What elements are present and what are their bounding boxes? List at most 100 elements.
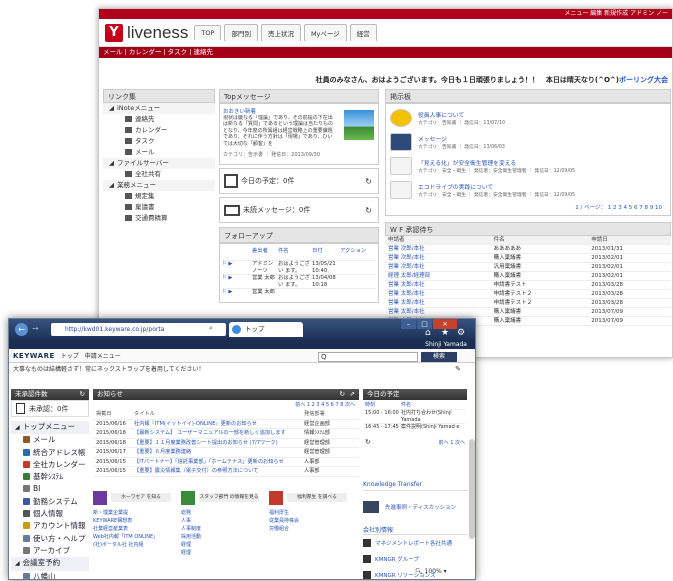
refresh-icon[interactable]: ↻ <box>365 206 372 215</box>
category-header[interactable]: ホーワセア を知る <box>93 490 181 505</box>
category-header[interactable]: スタッフ部門 の情報を見る <box>181 490 269 505</box>
table-row[interactable]: 営業 太郎/本社 申請書テスト２ 2013/03/28 <box>385 298 671 308</box>
bulletin-item-title[interactable]: 役員人事について <box>418 110 505 119</box>
forward-arrow-icon[interactable]: → <box>32 324 39 333</box>
bulletin-item[interactable]: メッセージ カテゴリ：告知書 ｜ 発信日：13/06/03 <box>390 130 666 154</box>
link-item[interactable]: 稟議書 <box>103 202 215 213</box>
table-row[interactable]: 2015/06/18 【重要】１１月度業務改善シート提出のお知らせ (7/7ワーク… <box>93 438 359 448</box>
flag-icon[interactable]: ⚐ ▶ <box>222 275 252 288</box>
portal-menu-item[interactable]: 八幡山 <box>11 571 89 579</box>
zoom-level[interactable]: 🔍︎ 100% ▾ <box>415 568 447 575</box>
portal-menu-item[interactable]: BI <box>11 483 89 495</box>
portal-menu-item[interactable]: 基幹ｼｽﾃﾑ <box>11 471 89 483</box>
wf-applicant[interactable]: 営業 次郎/本社 <box>385 262 491 272</box>
category-link[interactable]: (社)ポータル社 社内組 <box>93 541 181 549</box>
link-item[interactable]: タスク <box>103 136 215 147</box>
bulletin-item-title[interactable]: エコドライブの実践について <box>418 182 575 191</box>
news-title-link[interactable]: 【最新システム】 ユーザーマニュアルの一部を新しく追加します <box>131 428 301 439</box>
gear-icon[interactable]: ⚙ <box>457 328 465 338</box>
category-link[interactable]: 新・理業企業提 <box>93 509 181 517</box>
portal-menu-item[interactable]: 勤務システム <box>11 496 89 508</box>
portal-menu-item[interactable]: ◢ 会議室予約 <box>11 557 89 571</box>
link-item[interactable]: 全社共有 <box>103 169 215 180</box>
portal-menu-item[interactable]: アーカイブ <box>11 545 89 557</box>
category-link[interactable]: 労働組合 <box>269 525 357 533</box>
link-item[interactable]: 交通費精算 <box>103 213 215 224</box>
portal-menu-item[interactable]: メール <box>11 434 89 446</box>
portal-menu-item[interactable]: アカウント情報 <box>11 520 89 532</box>
today-schedule-box[interactable]: 今日の予定：0件 ↻ <box>219 168 379 194</box>
table-row[interactable]: 2015/06/15 【重要】震災情報集（電子交付）の参照方法について 人事部 <box>93 466 359 477</box>
knowledge-item[interactable]: 先進事例・ディスカッション <box>363 499 467 515</box>
category-link[interactable]: 経理 <box>181 549 269 557</box>
link-item[interactable]: 規定集 <box>103 191 215 202</box>
news-title-link[interactable]: 【ITパートナー】「信託事業部」「ホームテナス」更新のお知らせ <box>131 457 301 467</box>
table-row[interactable]: 営業 太郎/本社 申請書テスト２ 2013/03/28 <box>385 289 671 299</box>
link-item[interactable]: ◢ ファイルサーバー <box>103 158 215 169</box>
search-input[interactable] <box>318 352 418 362</box>
table-row[interactable]: 営業 次郎/本社 購入稟議書 2013/02/01 <box>385 253 671 263</box>
refresh-icon[interactable]: ↻ <box>365 177 372 186</box>
table-row[interactable]: 営業 次郎/本社 汎用稟議書 2013/02/01 <box>385 262 671 272</box>
table-row[interactable]: 営業 次郎/本社 あああああ 2013/01/31 <box>385 244 671 254</box>
follow-up-subject[interactable]: おはようござい ます。 <box>278 261 312 274</box>
bulletin-item[interactable]: エコドライブの実践について カテゴリ：安全・衛生 ｜ 発信者：安全衛生管理者 ｜ … <box>390 178 666 202</box>
greeting-link[interactable]: ボーリング大会 <box>619 76 668 84</box>
tab-top[interactable]: TOP <box>194 25 222 40</box>
table-row[interactable]: 2015/06/15 【ITパートナー】「信託事業部」「ホームテナス」更新のお知ら… <box>93 457 359 467</box>
table-row[interactable]: 2015/06/16 社内報『ITM(イットイイ)-ONLINE』更新のお知らせ経… <box>93 419 359 429</box>
flag-icon[interactable]: ⚐ ▶ <box>222 261 252 274</box>
table-row[interactable]: 営業 太郎/本社購入稟議書2013/07/09 <box>385 307 671 317</box>
category-link[interactable]: 経理 <box>181 541 269 549</box>
schedule-subject[interactable]: 社内打ち合わせ(Shinji Yamada <box>401 410 463 423</box>
tab-sales[interactable]: 売上状況 <box>260 24 301 41</box>
follow-up-subject[interactable] <box>278 289 312 302</box>
home-icon[interactable]: ⌂ <box>425 328 431 338</box>
liveness-subnav[interactable]: メール | カレンダー | タスク | 連絡先 <box>99 47 672 58</box>
schedule-row[interactable]: 16:45 - 17:45 案件説明(Shinji Yamad e <box>365 423 465 437</box>
news-title-link[interactable]: 【重要】１１月度業務改善シート提出のお知らせ (7/7ワーク) <box>131 438 301 448</box>
wf-applicant[interactable]: 営業 太郎/本社 <box>385 298 491 308</box>
minimize-icon[interactable]: – <box>401 319 416 329</box>
table-row[interactable]: 経理 太郎/経理部 購入稟議書 2013/02/01 <box>385 271 671 281</box>
bulletin-pager[interactable]: 1 / ページ： 1 2 3 4 5 6 7 8 9 10 <box>575 203 662 211</box>
wf-applicant[interactable]: 営業 次郎/本社 <box>385 244 491 254</box>
follow-up-row[interactable]: ⚐ ▶ 営業 太郎 <box>222 288 376 302</box>
news-title-link[interactable]: 【重要】６月度業務連絡 <box>131 447 301 458</box>
follow-up-subject[interactable]: おはようござい ます。 <box>278 275 312 288</box>
company-info-item[interactable]: マネジメントレポート各社共通 <box>363 535 467 551</box>
news-pager[interactable]: 前へ 1 2 3 4 5 6 7 8 次へ <box>93 400 359 410</box>
follow-up-col[interactable]: 差出者 <box>252 246 278 260</box>
table-row[interactable]: 営業 太郎/本社 申請書テスト 2013/03/28 <box>385 280 671 290</box>
user-name[interactable]: Shinji Yamada <box>9 340 475 349</box>
link-item[interactable]: メール <box>103 147 215 158</box>
schedule-subject[interactable]: 案件説明(Shinji Yamad e <box>401 424 463 437</box>
news-title-link[interactable]: 社内報『ITM(イットイイ)-ONLINE』更新のお知らせ <box>131 419 301 429</box>
portal-menu-item[interactable]: 使い方・ヘルプ <box>11 533 89 545</box>
follow-up-col[interactable]: 日付 <box>312 246 340 260</box>
table-row[interactable]: 2015/06/17 【重要】６月度業務連絡 経営管理部 <box>93 447 359 458</box>
edit-icon[interactable]: ✎ <box>455 363 461 376</box>
toolbar-apply-menu[interactable]: 申請メニュー <box>85 351 121 360</box>
category-link[interactable]: 社業経営産業表 <box>93 525 181 533</box>
table-row[interactable]: 2015/06/18 【最新システム】 ユーザーマニュアルの一部を新しく追加します… <box>93 428 359 439</box>
tab-department[interactable]: 部門別 <box>224 24 258 41</box>
search-button[interactable]: 検索 <box>421 352 457 362</box>
scrollbar[interactable] <box>469 439 475 539</box>
company-info-item[interactable]: KMNGR グループ <box>363 551 467 567</box>
portal-menu-item[interactable]: 統合アドレス帳 <box>11 447 89 459</box>
category-link[interactable]: 福利厚生 <box>269 509 357 517</box>
toolbar-top[interactable]: トップ <box>61 351 79 360</box>
bulletin-item[interactable]: 役員人事について カテゴリ：告知書 ｜ 発信日：13/07/10 <box>390 106 666 130</box>
schedule-row[interactable]: 15:00 - 16:00 社内打ち合わせ(Shinji Yamada <box>365 409 465 423</box>
refresh-icon[interactable]: ↻ <box>80 389 85 400</box>
category-link[interactable]: 人事 <box>181 517 269 525</box>
link-item[interactable]: 連絡先 <box>103 114 215 125</box>
follow-up-col[interactable]: 件名 <box>278 246 312 260</box>
wf-applicant[interactable]: 営業 太郎/本社 <box>385 289 491 299</box>
category-link[interactable]: 従業員持株会 <box>269 517 357 525</box>
refresh-icon[interactable]: ↻ <box>340 389 345 400</box>
portal-menu-item[interactable]: ◢ トップメニュー <box>11 421 89 435</box>
flag-icon[interactable]: ⚐ ▶ <box>222 289 252 302</box>
tab-management[interactable]: 経営 <box>349 24 377 41</box>
